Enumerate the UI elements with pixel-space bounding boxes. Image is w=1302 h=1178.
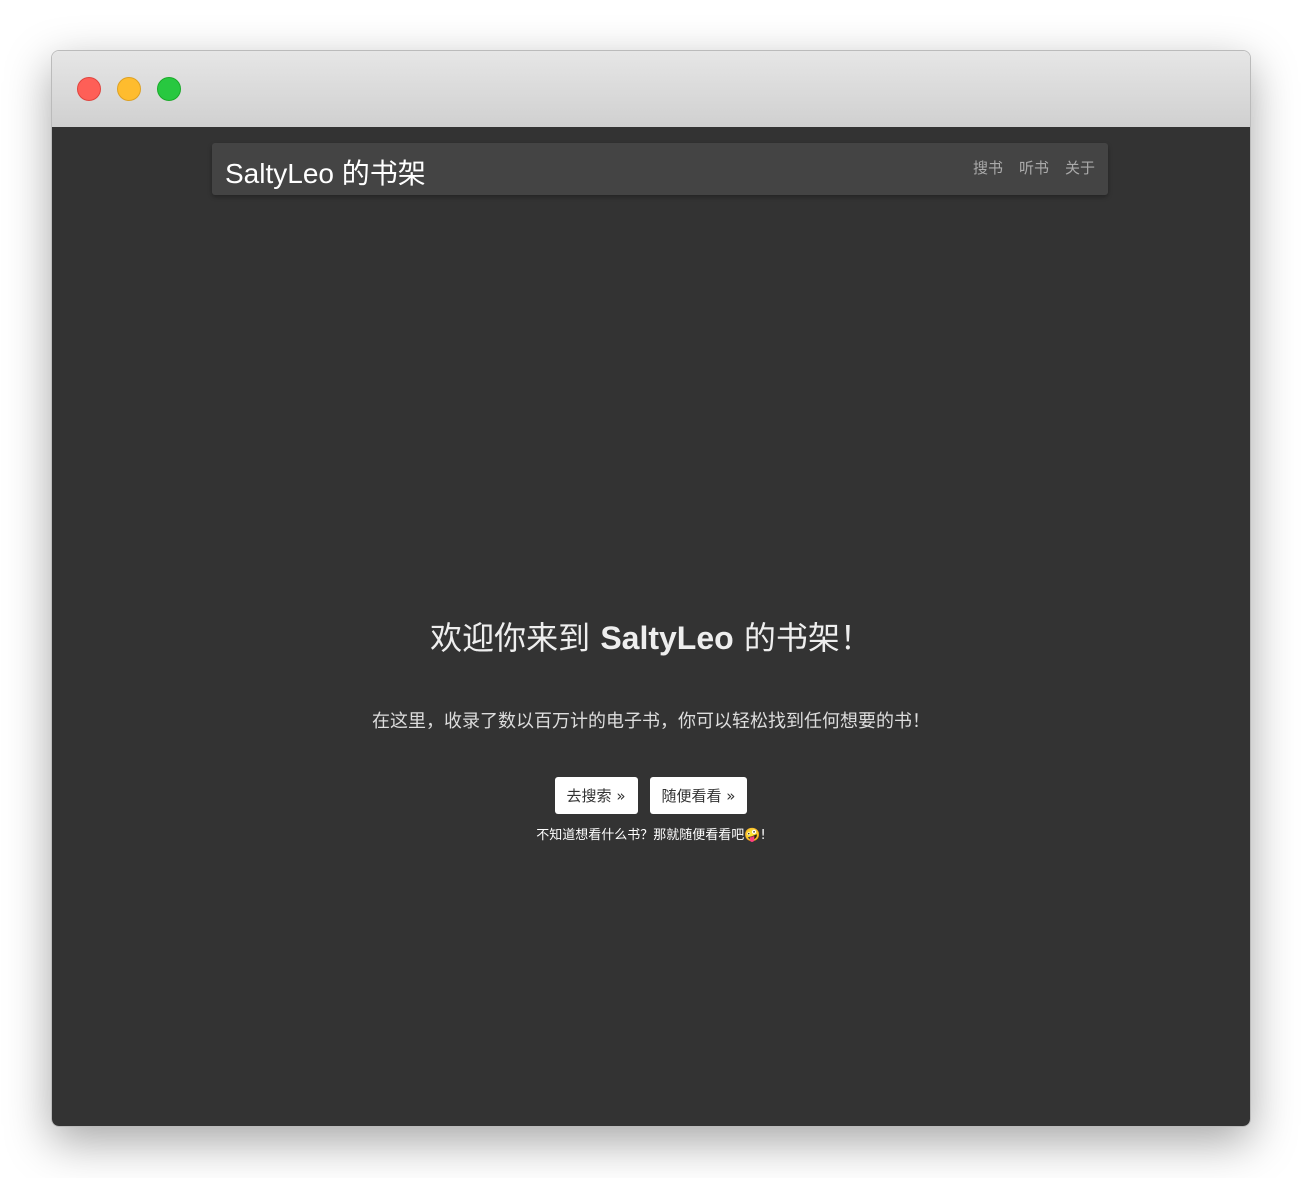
random-browse-button[interactable]: 随便看看 » — [649, 777, 748, 814]
brand-link[interactable]: SaltyLeo 的书架 — [225, 152, 426, 192]
hero-subtitle: 在这里，收录了数以百万计的电子书，你可以轻松找到任何想要的书！ — [372, 711, 930, 732]
search-button[interactable]: 去搜索 » — [554, 777, 638, 814]
hint-text: 不知道想看什么书？那就随便看看吧🤪! — [52, 824, 1250, 843]
maximize-window-button[interactable] — [157, 77, 181, 101]
nav-link-search[interactable]: 搜书 — [973, 157, 1003, 178]
hero-buttons: 去搜索 » 随便看看 » — [52, 777, 1250, 814]
random-button-label: 随便看看 — [661, 787, 722, 805]
zany-face-icon: 🤪 — [744, 828, 761, 843]
hint-end: ! — [760, 828, 766, 843]
hero-section: 欢迎你来到 SaltyLeo 的书架！ 在这里，收录了数以百万计的电子书，你可以… — [52, 613, 1250, 843]
hero-title-suffix: 的书架！ — [733, 619, 872, 657]
nav-link-about[interactable]: 关于 — [1065, 157, 1095, 178]
navbar: SaltyLeo 的书架 搜书 听书 关于 — [212, 143, 1108, 195]
nav-link-audiobooks[interactable]: 听书 — [1019, 157, 1049, 178]
nav-links: 搜书 听书 关于 — [973, 157, 1095, 178]
hero-title: 欢迎你来到 SaltyLeo 的书架！ — [52, 613, 1250, 659]
hero-title-brand: SaltyLeo — [600, 620, 734, 656]
hint-label: 不知道想看什么书？那就随便看看吧 — [536, 828, 745, 843]
minimize-window-button[interactable] — [117, 77, 141, 101]
close-window-button[interactable] — [77, 77, 101, 101]
hero-title-prefix: 欢迎你来到 — [430, 619, 601, 657]
search-button-label: 去搜索 — [566, 787, 612, 805]
page-content: SaltyLeo 的书架 搜书 听书 关于 欢迎你来到 SaltyLeo 的书架… — [52, 127, 1250, 1126]
raquo-icon: » — [616, 787, 626, 805]
raquo-icon: » — [726, 787, 736, 805]
browser-window: SaltyLeo 的书架 搜书 听书 关于 欢迎你来到 SaltyLeo 的书架… — [51, 50, 1251, 1127]
title-bar — [52, 51, 1250, 128]
